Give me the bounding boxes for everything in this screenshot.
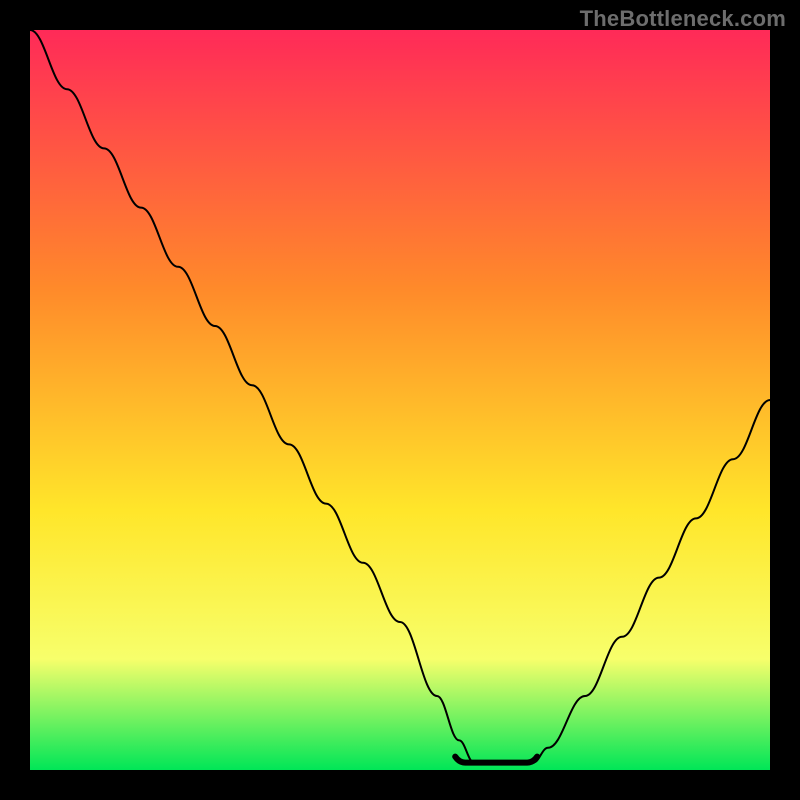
chart-svg xyxy=(30,30,770,770)
plot-area xyxy=(30,30,770,770)
watermark-text: TheBottleneck.com xyxy=(580,6,786,32)
gradient-background xyxy=(30,30,770,770)
stage: TheBottleneck.com xyxy=(0,0,800,800)
